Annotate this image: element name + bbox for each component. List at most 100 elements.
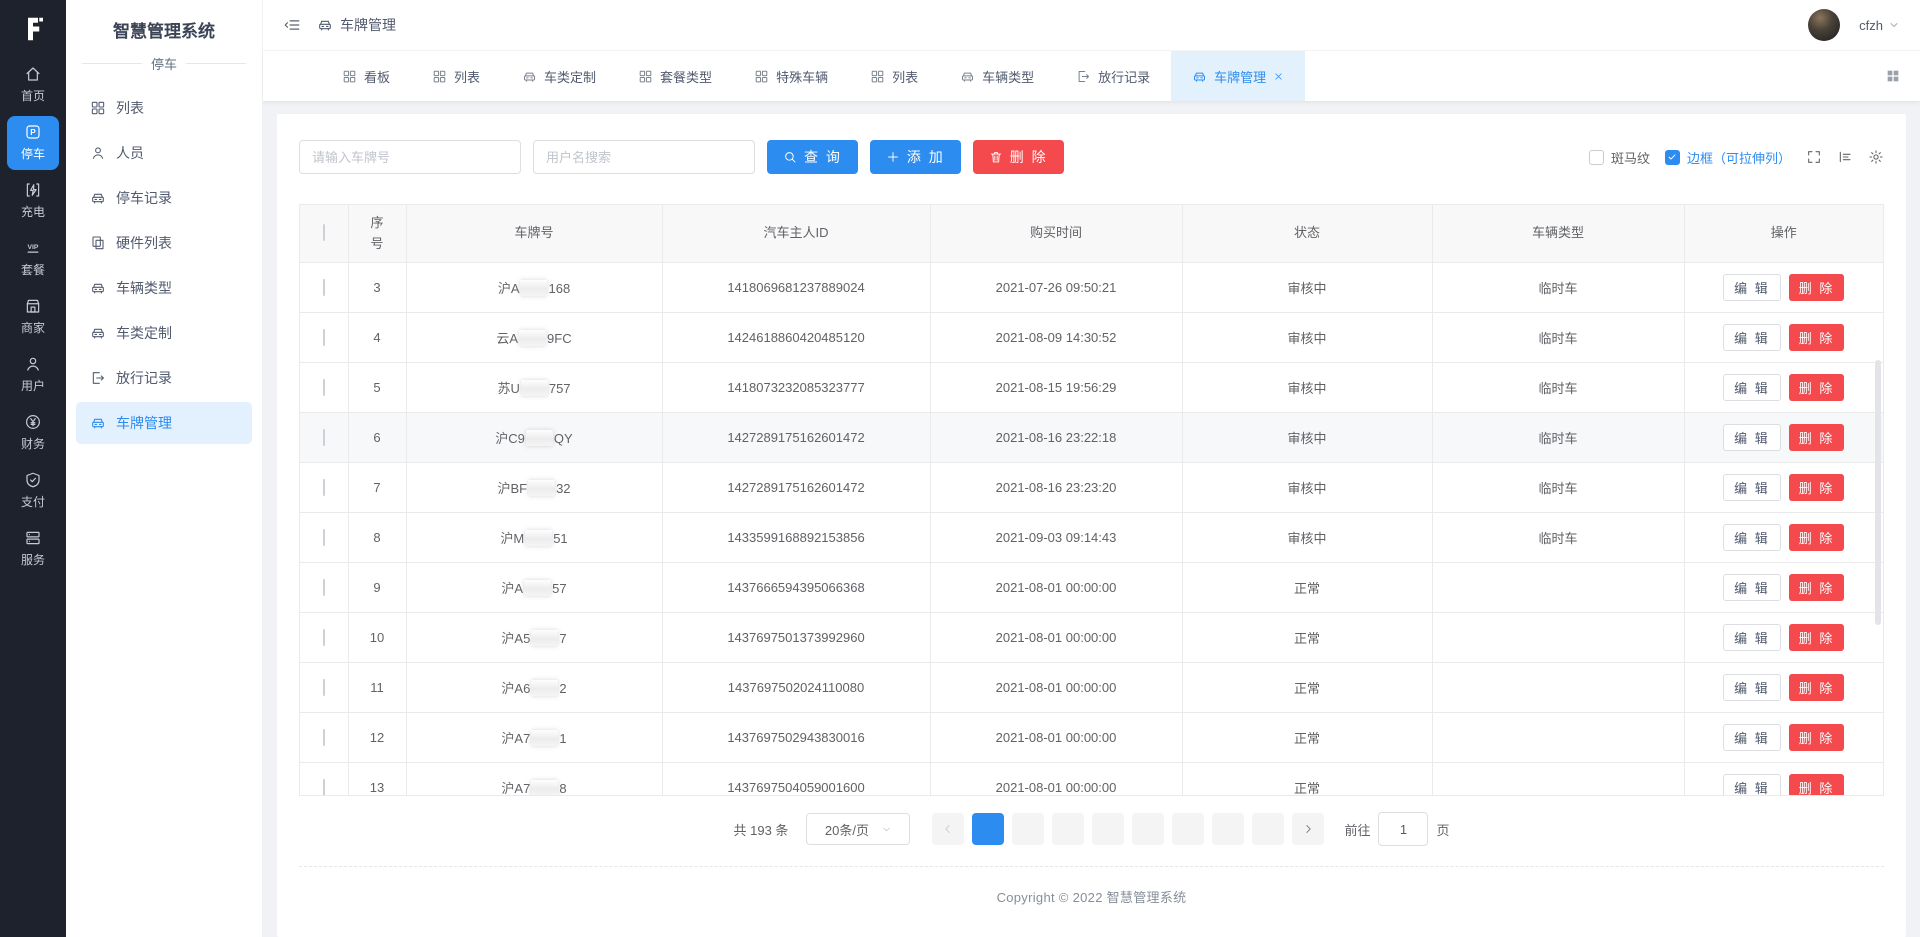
zebra-checkbox[interactable]: 斑马纹 <box>1589 148 1650 167</box>
sidebar-section: 停车 <box>66 54 262 73</box>
user-menu[interactable]: cfzh <box>1859 18 1900 33</box>
row-checkbox[interactable] <box>323 729 325 746</box>
edit-button[interactable]: 编 辑 <box>1723 674 1781 701</box>
sidebar-menu-item[interactable]: 车辆类型 <box>76 267 252 309</box>
delete-row-button[interactable]: 删 除 <box>1789 774 1845 796</box>
tab[interactable]: 车类定制 <box>501 51 617 101</box>
tab[interactable]: 列表 <box>849 51 939 101</box>
add-button[interactable]: 添 加 <box>870 140 961 174</box>
row-checkbox[interactable] <box>323 379 325 396</box>
row-checkbox[interactable] <box>323 279 325 296</box>
page-button[interactable] <box>1132 813 1164 845</box>
rail-item[interactable]: 服务 <box>7 522 59 576</box>
delete-row-button[interactable]: 删 除 <box>1789 324 1845 351</box>
sidebar-menu-item[interactable]: 放行记录 <box>76 357 252 399</box>
sidebar-menu-item[interactable]: 车类定制 <box>76 312 252 354</box>
rail-item[interactable]: 首页 <box>7 58 59 112</box>
app-logo[interactable] <box>18 0 48 58</box>
delete-row-button[interactable]: 删 除 <box>1789 624 1845 651</box>
row-checkbox[interactable] <box>323 329 325 346</box>
checkbox-unchecked[interactable] <box>1589 150 1604 165</box>
check-icon <box>1667 152 1677 162</box>
tab[interactable]: 放行记录 <box>1055 51 1171 101</box>
row-checkbox[interactable] <box>323 579 325 596</box>
tab-label: 列表 <box>454 67 480 86</box>
tab-close-icon[interactable] <box>1273 71 1284 82</box>
edit-button[interactable]: 编 辑 <box>1723 774 1781 796</box>
edit-button[interactable]: 编 辑 <box>1723 274 1781 301</box>
goto-page-input[interactable] <box>1378 812 1428 846</box>
page-button[interactable] <box>1052 813 1084 845</box>
page-button[interactable] <box>1172 813 1204 845</box>
rail-item[interactable]: 商家 <box>7 290 59 344</box>
search-button[interactable]: 查 询 <box>767 140 858 174</box>
tab[interactable]: 列表 <box>411 51 501 101</box>
delete-row-button[interactable]: 删 除 <box>1789 424 1845 451</box>
user-avatar[interactable] <box>1808 9 1840 41</box>
edit-button[interactable]: 编 辑 <box>1723 324 1781 351</box>
edit-button[interactable]: 编 辑 <box>1723 574 1781 601</box>
rail-item[interactable]: 充电 <box>7 174 59 228</box>
cell-plate: 沪A168 <box>406 263 662 313</box>
cell-vehicle-type: 临时车 <box>1432 513 1684 563</box>
vertical-scrollbar[interactable] <box>1875 360 1881 625</box>
rail-item[interactable]: 财务 <box>7 406 59 460</box>
tab[interactable]: 车牌管理 <box>1171 51 1305 101</box>
row-checkbox[interactable] <box>323 479 325 496</box>
select-all-checkbox[interactable] <box>323 224 325 241</box>
delete-row-button[interactable]: 删 除 <box>1789 524 1845 551</box>
sidebar-menu-item[interactable]: 车牌管理 <box>76 402 252 444</box>
sidebar-menu-item[interactable]: 列表 <box>76 87 252 129</box>
row-checkbox[interactable] <box>323 679 325 696</box>
tab[interactable]: 看板 <box>321 51 411 101</box>
edit-button[interactable]: 编 辑 <box>1723 524 1781 551</box>
row-checkbox[interactable] <box>323 529 325 546</box>
col-status: 状态 <box>1182 205 1432 263</box>
rail-item[interactable]: 支付 <box>7 464 59 518</box>
table-header-row: 序号 车牌号 汽车主人ID 购买时间 状态 车辆类型 操作 <box>300 205 1883 263</box>
tab[interactable]: 特殊车辆 <box>733 51 849 101</box>
gear-icon[interactable] <box>1868 149 1884 165</box>
border-checkbox[interactable]: 边框（可拉伸列） <box>1665 148 1791 167</box>
rail-item[interactable]: 用户 <box>7 348 59 402</box>
edit-button[interactable]: 编 辑 <box>1723 424 1781 451</box>
page-size-select[interactable]: 20条/页 <box>806 813 910 845</box>
checkbox-checked[interactable] <box>1665 150 1680 165</box>
tab[interactable]: 套餐类型 <box>617 51 733 101</box>
page-button[interactable] <box>1212 813 1244 845</box>
sidebar-menu-item[interactable]: 人员 <box>76 132 252 174</box>
cell-plate: 沪A57 <box>406 563 662 613</box>
delete-row-button[interactable]: 删 除 <box>1789 474 1845 501</box>
username-search-input[interactable] <box>533 140 755 174</box>
tab[interactable]: 车辆类型 <box>939 51 1055 101</box>
sidebar-menu-item[interactable]: 停车记录 <box>76 177 252 219</box>
page-button[interactable] <box>1252 813 1284 845</box>
rail-item[interactable]: 停车 <box>7 116 59 170</box>
tab-options-icon[interactable] <box>1866 51 1920 101</box>
delete-row-button[interactable]: 删 除 <box>1789 674 1845 701</box>
fullscreen-icon[interactable] <box>1806 149 1822 165</box>
page-button[interactable] <box>972 813 1004 845</box>
row-checkbox[interactable] <box>323 779 325 796</box>
delete-button[interactable]: 删 除 <box>973 140 1064 174</box>
sidebar-menu-item[interactable]: 硬件列表 <box>76 222 252 264</box>
page-button[interactable] <box>1012 813 1044 845</box>
plate-search-input[interactable] <box>299 140 521 174</box>
edit-button[interactable]: 编 辑 <box>1723 724 1781 751</box>
delete-row-button[interactable]: 删 除 <box>1789 374 1845 401</box>
total-count: 共 193 条 <box>734 820 789 839</box>
prev-page-button[interactable] <box>932 813 964 845</box>
delete-row-button[interactable]: 删 除 <box>1789 274 1845 301</box>
sidebar-collapse-icon[interactable] <box>283 16 301 34</box>
row-checkbox[interactable] <box>323 429 325 446</box>
edit-button[interactable]: 编 辑 <box>1723 474 1781 501</box>
edit-button[interactable]: 编 辑 <box>1723 374 1781 401</box>
column-settings-icon[interactable] <box>1837 149 1853 165</box>
rail-item[interactable]: 套餐 <box>7 232 59 286</box>
delete-row-button[interactable]: 删 除 <box>1789 724 1845 751</box>
edit-button[interactable]: 编 辑 <box>1723 624 1781 651</box>
page-button[interactable] <box>1092 813 1124 845</box>
next-page-button[interactable] <box>1292 813 1324 845</box>
row-checkbox[interactable] <box>323 629 325 646</box>
delete-row-button[interactable]: 删 除 <box>1789 574 1845 601</box>
